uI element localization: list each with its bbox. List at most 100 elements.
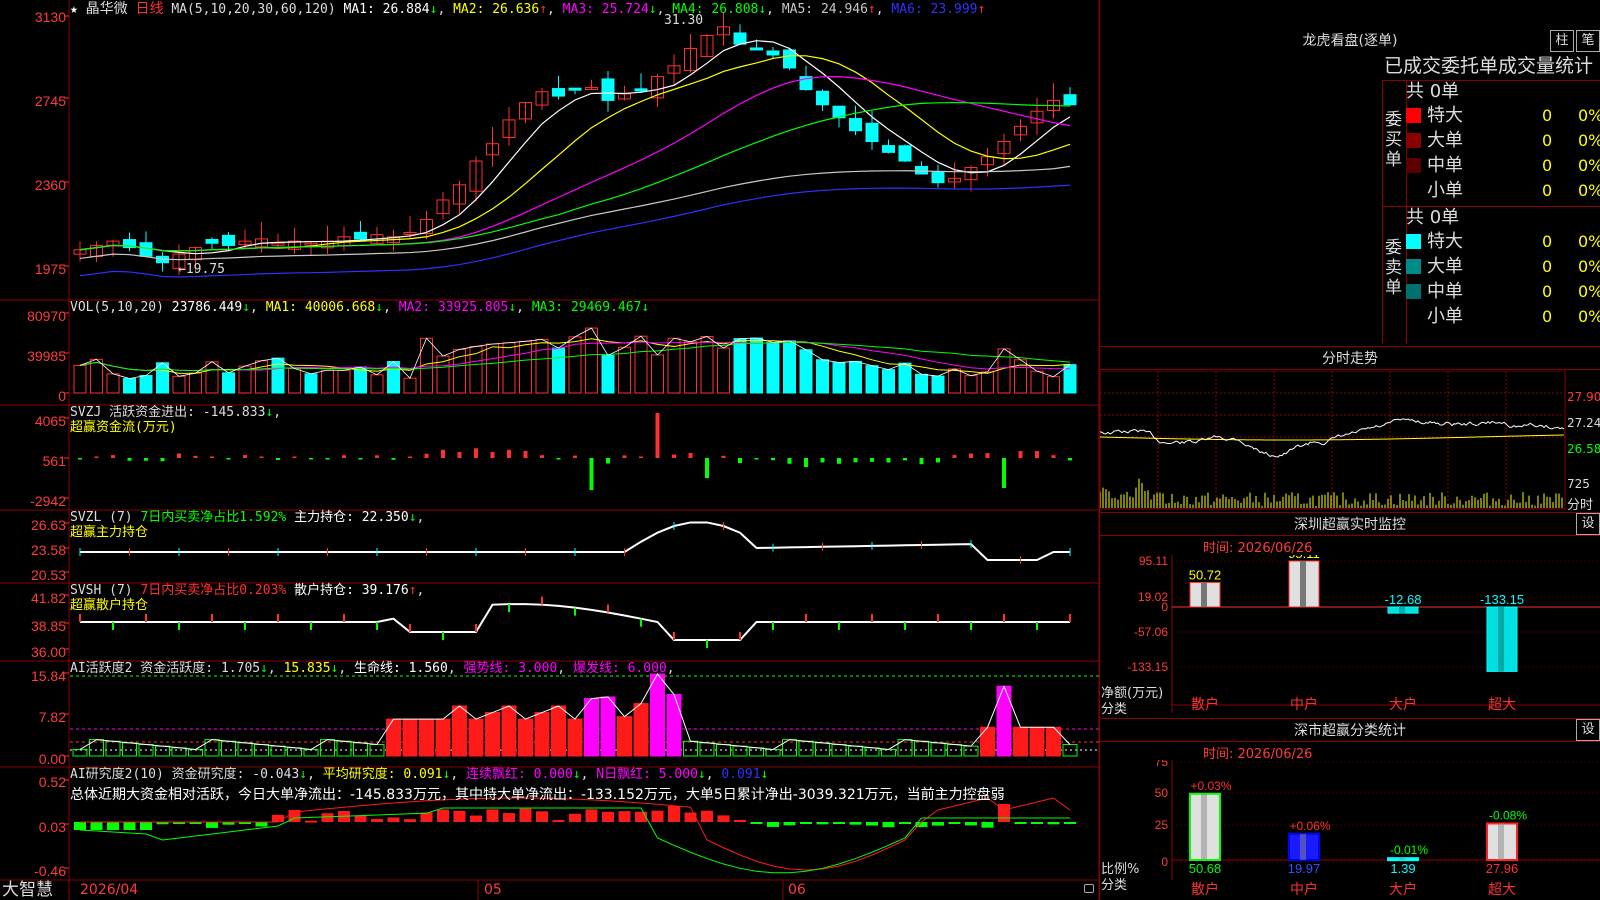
up-arrow-icon: ↑ bbox=[408, 583, 417, 598]
sz-monitor-settings-button[interactable]: 设 bbox=[1576, 513, 1600, 535]
kline-chart-area[interactable] bbox=[0, 0, 1100, 900]
activity-bar bbox=[419, 718, 434, 757]
activity-bar bbox=[435, 718, 451, 757]
svzl-sub: 超赢主力持仓 bbox=[70, 525, 149, 540]
tick-view-button[interactable]: 笔 bbox=[1576, 30, 1600, 52]
sz-class-settings-button[interactable]: 设 bbox=[1576, 719, 1600, 741]
buy-row: 中单 0 0% bbox=[1406, 154, 1600, 178]
volume-bar bbox=[981, 371, 994, 394]
monitor-axis-label: -133.15 bbox=[1127, 660, 1168, 674]
activity-bar bbox=[749, 747, 764, 757]
research-bar bbox=[503, 813, 515, 822]
monitor-category-label: 超大 bbox=[1488, 697, 1516, 713]
lock-icon[interactable] bbox=[1084, 884, 1094, 893]
fund-flow-bar bbox=[787, 458, 792, 464]
fund-flow-bar bbox=[952, 455, 957, 458]
fund-flow-bar bbox=[820, 458, 825, 463]
research-bar bbox=[404, 819, 416, 822]
ai-research-header: AI研究度2(10) 资金研究度: -0.043↓, 平均研究度: 0.091↓… bbox=[70, 767, 769, 782]
activity-bar bbox=[617, 716, 632, 757]
sell-row: 特大 0 0% bbox=[1406, 230, 1600, 254]
legend-swatch bbox=[1406, 158, 1421, 173]
period-label[interactable]: 日线 bbox=[135, 1, 163, 17]
candle-body bbox=[568, 87, 582, 91]
research-bar bbox=[965, 822, 977, 826]
chart-header: ★ 晶华微 日线 MA(5,10,20,30,60,120) MA1: 26.8… bbox=[70, 1, 986, 17]
ma1-value: MA1: 26.884 bbox=[343, 2, 430, 17]
intraday-axis-label: 725 bbox=[1567, 477, 1590, 491]
sell-row-pct: 0% bbox=[1578, 257, 1600, 276]
column-view-button[interactable]: 柱 bbox=[1550, 30, 1574, 52]
fund-flow-bar bbox=[573, 455, 577, 458]
volume-bar bbox=[552, 347, 565, 394]
volume-bar bbox=[370, 374, 384, 394]
intraday-axis-label: 27.90 bbox=[1567, 390, 1600, 404]
fund-flow-bar bbox=[1018, 451, 1023, 458]
candle-body bbox=[139, 242, 153, 257]
svzl-header: SVZL (7) 7日内买卖净占比1.592% 主力持仓: 22.350↓, bbox=[70, 510, 425, 525]
candle-body bbox=[733, 32, 747, 45]
monitor-axis-label: 0 bbox=[1161, 600, 1168, 614]
candle-body bbox=[931, 171, 945, 184]
date-label: 2026/04 bbox=[80, 882, 139, 898]
star-icon[interactable]: ★ bbox=[70, 2, 78, 17]
class-bar-shade bbox=[1201, 793, 1207, 860]
ma-line bbox=[79, 55, 1071, 252]
intraday-title: 分时走势 bbox=[1100, 346, 1600, 370]
activity-bar bbox=[452, 705, 467, 757]
research-bar bbox=[272, 814, 284, 822]
activity-bar bbox=[122, 742, 137, 757]
vol-header: VOL(5,10,20) 23786.449↓, MA1: 40006.668↓… bbox=[70, 300, 650, 315]
activity-bar bbox=[633, 703, 649, 757]
monitor-bar-label: 95.11 bbox=[1288, 555, 1320, 561]
down-arrow-icon: ↓ bbox=[572, 767, 581, 782]
down-arrow-icon: ↓ bbox=[429, 2, 438, 17]
activity-bar bbox=[287, 747, 302, 757]
fund-flow-bar bbox=[490, 452, 495, 458]
ai2-axis-label: 0.52 bbox=[38, 774, 66, 790]
volume-bar bbox=[1030, 370, 1044, 394]
class-axis-label: 25 bbox=[1155, 818, 1169, 832]
volume-bar bbox=[321, 369, 334, 394]
candle-body bbox=[915, 165, 928, 175]
research-bar bbox=[437, 809, 449, 822]
fund-flow-bar bbox=[606, 458, 610, 464]
sell-row-count: 0 bbox=[1542, 257, 1553, 276]
sell-row-count: 0 bbox=[1542, 232, 1553, 251]
volume-bar bbox=[684, 341, 697, 394]
fund-flow-bar bbox=[177, 453, 181, 458]
intraday-chart[interactable] bbox=[1100, 371, 1600, 511]
fund-flow-bar bbox=[886, 458, 891, 463]
candle-body bbox=[552, 88, 565, 97]
sell-row-count: 0 bbox=[1542, 307, 1553, 326]
price-axis-label: 1975 bbox=[34, 261, 66, 277]
research-bar bbox=[618, 811, 631, 822]
monitor-axis-label: -57.06 bbox=[1134, 625, 1168, 639]
candle-body bbox=[1063, 94, 1077, 106]
svzl-axis-label: 20.53 bbox=[30, 567, 66, 583]
ai1-axis-label: 15.84 bbox=[30, 668, 66, 684]
sz-monitor-xlabel: 分类 bbox=[1101, 702, 1128, 717]
research-bar bbox=[1031, 822, 1043, 824]
buy-orders-label: 委买单 bbox=[1385, 110, 1402, 170]
sell-row-name: 小单 bbox=[1427, 306, 1463, 327]
activity-bar bbox=[881, 748, 896, 757]
candle-body bbox=[222, 234, 235, 246]
research-bar bbox=[486, 809, 499, 822]
lhb-table-title: 已成交委托单成交量统计 bbox=[1384, 55, 1594, 77]
ma-line bbox=[79, 184, 1071, 278]
volume-bar bbox=[964, 375, 978, 394]
buy-row-name: 特大 bbox=[1427, 105, 1463, 126]
buy-row-count: 0 bbox=[1542, 131, 1553, 150]
volume-bar bbox=[172, 375, 186, 394]
up-arrow-icon: ↑ bbox=[539, 2, 548, 17]
down-arrow-icon: ↓ bbox=[697, 767, 706, 782]
buy-row-count: 0 bbox=[1542, 156, 1553, 175]
down-arrow-icon: ↓ bbox=[648, 2, 657, 17]
fund-flow-bar bbox=[1002, 458, 1006, 488]
monitor-category-label: 散户 bbox=[1191, 696, 1219, 713]
activity-bar bbox=[353, 742, 368, 757]
app-logo[interactable]: 大智慧 bbox=[2, 880, 53, 900]
ma2-value: MA2: 26.636 bbox=[453, 2, 540, 17]
volume-bar bbox=[205, 361, 219, 394]
